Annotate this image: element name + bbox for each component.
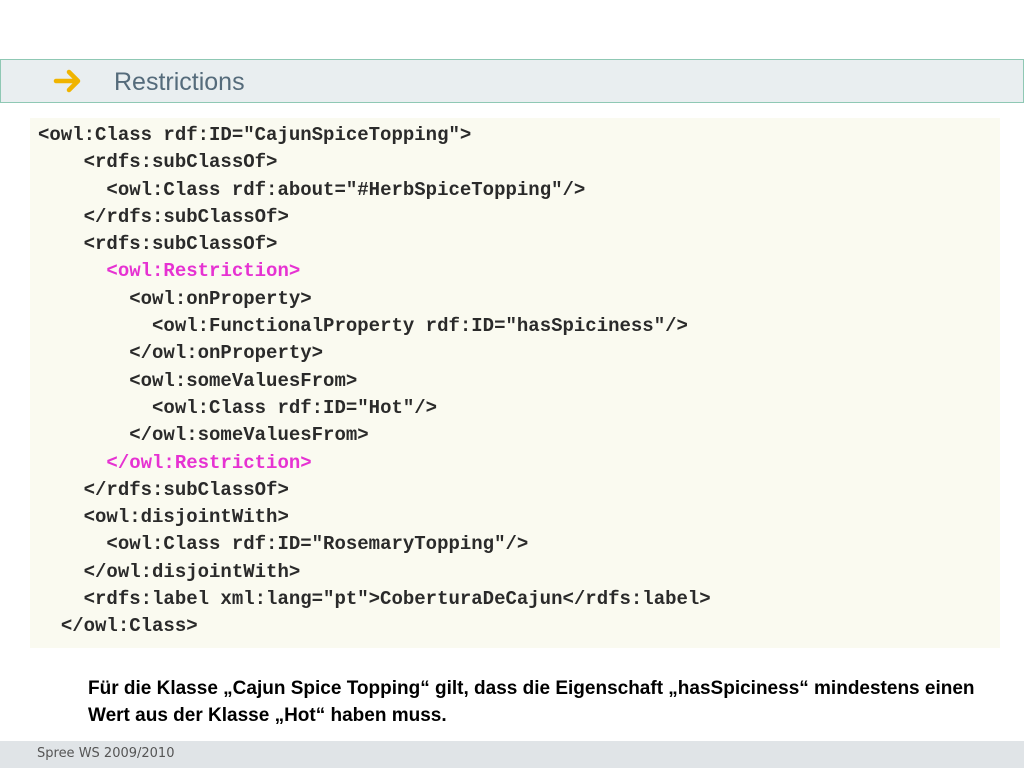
code-text: </owl:disjointWith> <box>83 560 301 583</box>
code-line: <owl:Class rdf:ID="Hot"/> <box>38 395 711 422</box>
code-text: <owl:Class rdf:ID="Hot"/> <box>152 396 438 419</box>
code-line: <owl:Class rdf:ID="RosemaryTopping"/> <box>38 531 711 558</box>
code-text: <rdfs:label xml:lang="pt">CoberturaDeCaj… <box>83 588 711 611</box>
code-text: <owl:Class rdf:ID="RosemaryTopping"/> <box>106 533 529 556</box>
code-text: </rdfs:subClassOf> <box>83 205 289 228</box>
code-text: <owl:Class rdf:ID="CajunSpiceTopping"> <box>38 124 472 146</box>
code-text: <owl:onProperty> <box>129 287 312 310</box>
code-text: </owl:Class> <box>60 615 198 638</box>
code-text: </owl:onProperty> <box>129 342 324 365</box>
code-text: <owl:disjointWith> <box>83 506 289 529</box>
code-line: <rdfs:subClassOf> <box>38 149 711 176</box>
explanation-text: Für die Klasse „Cajun Spice Topping“ gil… <box>88 678 975 726</box>
code-block: <owl:Class rdf:ID="CajunSpiceTopping"> <… <box>38 122 711 641</box>
slide-title-bar: Restrictions <box>0 59 1024 103</box>
code-text: </owl:Restriction> <box>106 451 312 474</box>
code-text: <rdfs:subClassOf> <box>83 233 278 256</box>
code-line: </rdfs:subClassOf> <box>38 477 711 504</box>
code-line: <owl:Class rdf:ID="CajunSpiceTopping"> <box>38 122 711 149</box>
code-line: <rdfs:label xml:lang="pt">CoberturaDeCaj… <box>38 586 711 613</box>
code-text: <owl:someValuesFrom> <box>129 369 358 392</box>
code-text: <owl:Class rdf:about="#HerbSpiceTopping"… <box>106 178 586 201</box>
code-text: </owl:someValuesFrom> <box>129 424 369 447</box>
code-line: </owl:disjointWith> <box>38 559 711 586</box>
footer-bar: Spree WS 2009/2010 <box>0 741 1024 768</box>
code-line: <owl:FunctionalProperty rdf:ID="hasSpici… <box>38 313 711 340</box>
code-line: <owl:onProperty> <box>38 286 711 313</box>
code-line-highlighted: <owl:Restriction> <box>38 258 711 285</box>
code-line: <owl:Class rdf:about="#HerbSpiceTopping"… <box>38 177 711 204</box>
footer-text: Spree WS 2009/2010 <box>37 746 175 761</box>
code-line: </owl:someValuesFrom> <box>38 422 711 449</box>
code-line: </owl:onProperty> <box>38 340 711 367</box>
code-text: <rdfs:subClassOf> <box>83 151 278 174</box>
code-text: <owl:Restriction> <box>106 260 301 283</box>
code-line: <owl:disjointWith> <box>38 504 711 531</box>
code-line: </owl:Class> <box>38 613 711 640</box>
slide-title: Restrictions <box>114 68 245 96</box>
code-line: <rdfs:subClassOf> <box>38 231 711 258</box>
code-line: </rdfs:subClassOf> <box>38 204 711 231</box>
code-text: </rdfs:subClassOf> <box>83 478 289 501</box>
code-line-highlighted: </owl:Restriction> <box>38 450 711 477</box>
code-line: <owl:someValuesFrom> <box>38 368 711 395</box>
right-arrow-icon <box>53 69 81 93</box>
code-text: <owl:FunctionalProperty rdf:ID="hasSpici… <box>152 315 688 338</box>
